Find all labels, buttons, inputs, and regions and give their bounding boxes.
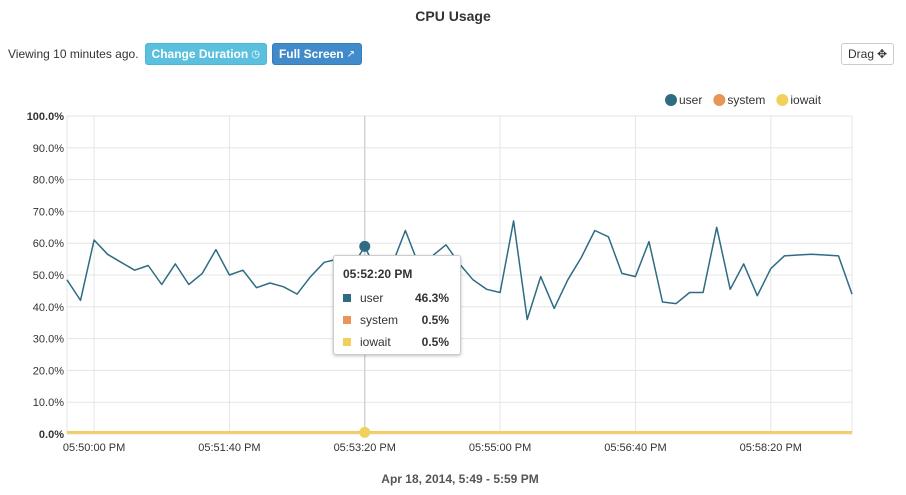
y-tick-label: 100.0% [27, 111, 65, 123]
tooltip-value-iowait: 0.5% [421, 335, 449, 349]
x-axis-label: Apr 18, 2014, 5:49 - 5:59 PM [381, 472, 538, 486]
tooltip-time: 05:52:20 PM [343, 267, 413, 281]
legend-label-iowait: iowait [790, 93, 821, 107]
tooltip-row-iowait: iowait 0.5% [343, 334, 449, 350]
x-tick-label: 05:51:40 PM [198, 442, 260, 454]
tooltip-name-system: system [360, 313, 399, 327]
tooltip-name-iowait: iowait [360, 335, 391, 349]
tooltip-name-user: user [360, 291, 384, 305]
tooltip-swatch-user [343, 294, 351, 302]
x-tick-label: 05:55:00 PM [469, 442, 531, 454]
legend-marker-iowait [776, 94, 789, 106]
tooltip-row-system: system 0.5% [343, 312, 449, 328]
legend-marker-user [665, 94, 677, 106]
y-tick-label: 40.0% [33, 302, 64, 314]
legend-label-system: system [727, 93, 765, 107]
y-tick-label: 60.0% [33, 238, 64, 250]
tooltip-swatch-iowait [343, 338, 351, 346]
y-tick-label: 20.0% [33, 365, 64, 377]
tooltip-value-user: 46.3% [414, 291, 449, 305]
tooltip-value-system: 0.5% [421, 313, 449, 327]
y-tick-label: 90.0% [33, 143, 64, 155]
cpu-usage-chart: 0.0% 10.0% 20.0% 30.0% 40.0% 50.0% 60.0% 70.0% 8… [27, 93, 853, 486]
y-tick-label: 70.0% [33, 206, 64, 218]
x-tick-label: 05:50:00 PM [63, 442, 125, 454]
x-tick-label: 05:53:20 PM [334, 442, 396, 454]
y-tick-label: 30.0% [33, 334, 64, 346]
tooltip-row-user: user 46.3% [343, 290, 449, 306]
hover-point-iowait [359, 426, 371, 438]
hover-tooltip: 05:52:20 PM user 46.3% system 0.5% iowai… [333, 255, 461, 355]
legend-marker-system [713, 94, 726, 106]
tooltip-swatch-system [343, 316, 351, 324]
y-tick-label: 50.0% [33, 270, 64, 282]
hover-point-user [359, 240, 371, 252]
y-tick-label: 0.0% [39, 429, 64, 441]
y-tick-label: 10.0% [33, 397, 64, 409]
x-tick-label: 05:56:40 PM [604, 442, 666, 454]
legend-label-user: user [679, 93, 702, 107]
y-tick-label: 80.0% [33, 175, 64, 187]
x-tick-label: 05:58:20 PM [740, 442, 802, 454]
